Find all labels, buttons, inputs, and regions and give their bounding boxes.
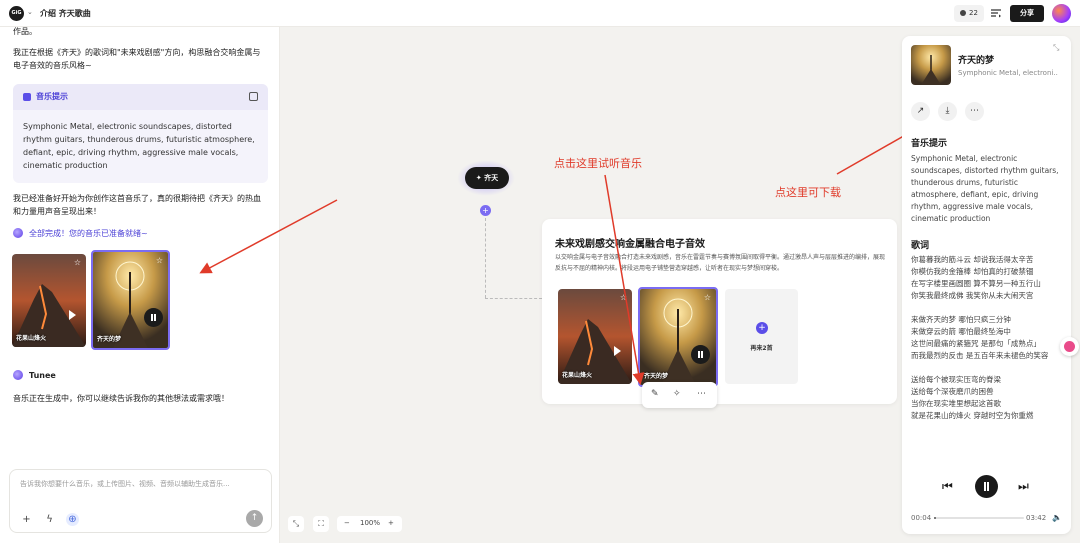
next-icon[interactable]: ⏭ <box>1018 479 1029 494</box>
zoom-control: − 100% + <box>337 516 402 532</box>
lyric-line: 而我最烈的反击 是五百年来未褪色的笑容 <box>911 351 1049 360</box>
zoom-in-button[interactable]: + <box>388 519 394 527</box>
time-total: 03:42 <box>1026 514 1047 522</box>
prompt-text: Symphonic Metal, electronic soundscapes,… <box>911 154 1059 223</box>
pause-button[interactable] <box>975 475 998 498</box>
song-detail-panel: 齐天的梦 Symphonic Metal, electroni... ⤡ ↗ ⤓… <box>902 36 1071 534</box>
lyrics-heading: 歌词 <box>911 241 930 251</box>
previous-icon[interactable]: ⏮ <box>942 479 953 494</box>
lyric-line: 你模仿我的金箍棒 却怕真的打破禁锢 <box>911 267 1034 276</box>
lyric-line: 这世间最痛的紧箍咒 是那句「成熟点」 <box>911 339 1041 348</box>
time-current: 00:04 <box>911 514 932 522</box>
progress-bar[interactable] <box>934 517 1024 519</box>
open-external-icon[interactable]: ↗ <box>911 102 930 121</box>
fit-screen-icon[interactable]: ⛶ <box>313 516 329 532</box>
detail-subtitle: Symphonic Metal, electroni... <box>958 69 1058 77</box>
prompt-heading: 音乐提示 <box>911 139 948 149</box>
collapse-icon[interactable]: ⤡ <box>1053 43 1059 53</box>
lyric-line: 送给每个被现实压弯的脊梁 <box>911 375 1001 384</box>
lyric-line: 送给每个深夜磨爪的困兽 <box>911 387 994 396</box>
arrow-to-song <box>604 174 645 385</box>
detail-cover <box>911 45 951 85</box>
lyric-line: 来做穿云的箭 哪怕最终坠海中 <box>911 327 1011 336</box>
zoom-out-button[interactable]: − <box>344 519 350 527</box>
lyrics-block: 来做齐天的梦 哪怕只疯三分钟 来做穿云的箭 哪怕最终坠海中 这世间最痛的紧箍咒 … <box>911 314 1063 362</box>
lyrics-block: 你葛暮我的筋斗云 却说我活得太辛苦 你模仿我的金箍棒 却怕真的打破禁锢 在写字楼… <box>911 254 1063 302</box>
progress-fill <box>934 517 936 519</box>
collapse-icon[interactable]: ⤡ <box>288 516 304 532</box>
temple-artwork <box>911 45 951 85</box>
lyric-line: 来做齐天的梦 哪怕只疯三分钟 <box>911 315 1011 324</box>
lyrics-block: 送给每个被现实压弯的脊梁 送给每个深夜磨爪的困兽 当你在现实堆里想起这首歌 就是… <box>911 374 1063 422</box>
lyric-line: 当你在现实堆里想起这首歌 <box>911 399 1001 408</box>
lyric-line: 在写字楼里画圆圈 算不算另一种五行山 <box>911 279 1041 288</box>
zoom-level: 100% <box>360 519 381 527</box>
more-icon[interactable]: ⋯ <box>965 102 984 121</box>
lyric-line: 你葛暮我的筋斗云 却说我活得太辛苦 <box>911 255 1034 264</box>
lyric-line: 你笑我最终成佛 我笑你从未大闹天宫 <box>911 291 1034 300</box>
arrow-to-chat-covers <box>199 199 338 274</box>
volume-icon[interactable]: 🔈 <box>1052 513 1062 522</box>
detail-title: 齐天的梦 <box>958 56 995 66</box>
download-icon[interactable]: ⤓ <box>938 102 957 121</box>
lyric-line: 就是花果山的烽火 穿越时空为你重燃 <box>911 411 1034 420</box>
assistant-bubble[interactable] <box>1060 337 1079 356</box>
